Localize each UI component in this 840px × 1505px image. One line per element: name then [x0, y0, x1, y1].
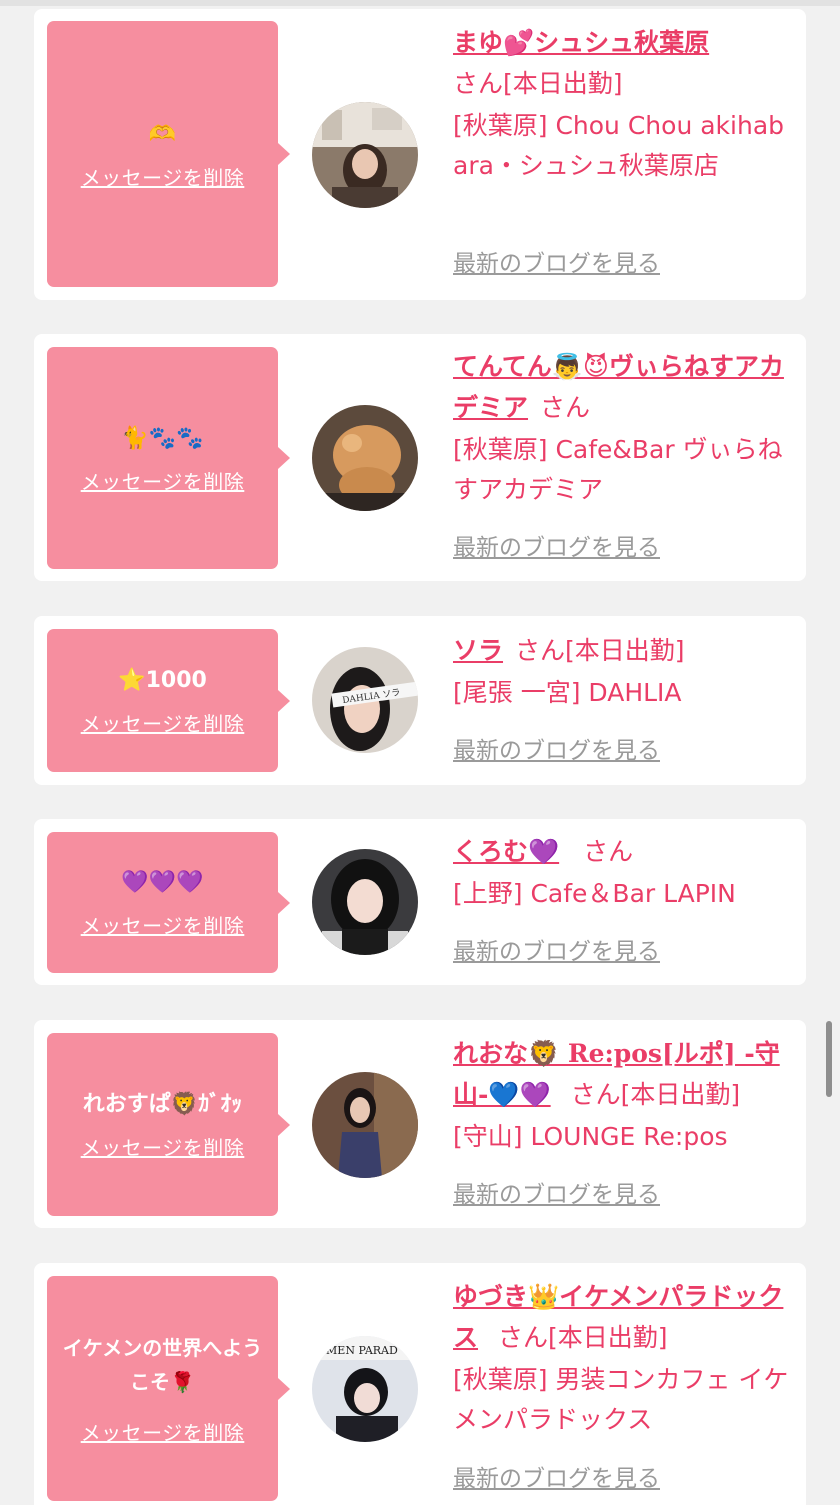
shop-name: [上野] Cafe＆Bar LAPIN — [453, 879, 736, 908]
cast-info: てんてん👼😈ヴぃらねすアカデミア さん [秋葉原] Cafe&Bar ヴぃらねすア… — [453, 346, 798, 510]
delete-message-link[interactable]: メッセージを削除 — [81, 162, 245, 191]
shop-name: [秋葉原] Chou Chou akihabara・シュシュ秋葉原店 — [453, 111, 785, 180]
blog-area: 最新のブログを見る — [453, 533, 798, 565]
shop-name: [尾張 一宮] DAHLIA — [453, 678, 682, 707]
avatar[interactable] — [312, 405, 418, 511]
cast-name-line: くろむ💜 さん — [453, 831, 798, 872]
blog-area: 最新のブログを見る — [453, 1464, 798, 1496]
message-text: イケメンの世界へようこそ🌹 — [62, 1336, 263, 1394]
svg-text:EMEN PARAD: EMEN PARAD — [318, 1344, 398, 1357]
delete-message-link[interactable]: メッセージを削除 — [81, 466, 245, 495]
latest-blog-link[interactable]: 最新のブログを見る — [453, 249, 660, 279]
latest-blog-link[interactable]: 最新のブログを見る — [453, 1464, 660, 1494]
blog-area: 最新のブログを見る — [453, 1180, 798, 1212]
message-bubble: 💜💜💜 メッセージを削除 — [47, 832, 290, 973]
latest-blog-link[interactable]: 最新のブログを見る — [453, 736, 660, 766]
latest-blog-link[interactable]: 最新のブログを見る — [453, 1180, 660, 1210]
message-bubble: 🐈🐾🐾 メッセージを削除 — [47, 347, 290, 569]
message-bubble: ⭐1000 メッセージを削除 — [47, 629, 290, 772]
shop-name: [秋葉原] Cafe&Bar ヴぃらねすアカデミア — [453, 435, 783, 504]
attendance-status: [本日出勤] — [620, 1080, 741, 1109]
san-label: さん — [583, 837, 634, 866]
delete-message-link[interactable]: メッセージを削除 — [81, 910, 245, 939]
cast-info: ゆづき👑イケメンパラドックス さん[本日出勤] [秋葉原] 男装コンカフェ イケメ… — [453, 1276, 798, 1440]
message-text: 💜💜💜 — [121, 870, 204, 895]
attendance-status: [本日出勤] — [548, 1323, 668, 1352]
avatar[interactable] — [312, 849, 418, 955]
latest-blog-link[interactable]: 最新のブログを見る — [453, 533, 660, 563]
favorite-card: 🫶 メッセージを削除 まゆ💕シュシュ秋葉原 さん[本日出勤] [秋葉原] Cho… — [34, 9, 806, 300]
message-bubble: れおすぱ🦁ｶﾞｵｯ メッセージを削除 — [47, 1033, 290, 1216]
cast-info: れおな🦁 Re:pos[ルポ] -守山-💙💜 さん[本日出勤] [守山] LOUN… — [453, 1033, 798, 1157]
cast-name-line: ゆづき👑イケメンパラドックス さん[本日出勤] — [453, 1276, 798, 1358]
cast-name-line: まゆ💕シュシュ秋葉原 さん[本日出勤] — [453, 22, 798, 104]
san-label: さん — [498, 1323, 549, 1352]
san-label: さん — [515, 636, 566, 665]
message-text: ⭐1000 — [118, 668, 207, 693]
san-label: さん — [540, 393, 591, 422]
message-text: 🐈🐾🐾 — [121, 425, 204, 451]
cast-info: ソラ さん[本日出勤] [尾張 一宮] DAHLIA — [453, 630, 798, 713]
cast-name-line: ソラ さん[本日出勤] — [453, 630, 798, 671]
cast-name-line: てんてん👼😈ヴぃらねすアカデミア さん — [453, 346, 798, 428]
cast-name-link[interactable]: てんてん👼😈ヴぃらねすアカデミア — [453, 352, 784, 422]
message-bubble: 🫶 メッセージを削除 — [47, 21, 290, 287]
blog-area: 最新のブログを見る — [453, 937, 798, 969]
cast-name-link[interactable]: くろむ💜 — [453, 837, 559, 866]
san-label: さん — [453, 69, 504, 98]
san-label: さん — [570, 1080, 621, 1109]
cast-name-link[interactable]: ソラ — [453, 636, 503, 665]
attendance-status: [本日出勤] — [565, 636, 685, 665]
avatar[interactable] — [312, 102, 418, 208]
top-edge — [0, 0, 840, 6]
latest-blog-link[interactable]: 最新のブログを見る — [453, 937, 660, 967]
cast-name-link[interactable]: まゆ💕シュシュ秋葉原 — [453, 28, 709, 57]
scrollbar[interactable] — [826, 1021, 832, 1097]
delete-message-link[interactable]: メッセージを削除 — [81, 1132, 245, 1161]
shop-name: [秋葉原] 男装コンカフェ イケメンパラドックス — [453, 1365, 789, 1434]
shop-name: [守山] LOUNGE Re:pos — [453, 1122, 728, 1151]
favorite-card: 🐈🐾🐾 メッセージを削除 てんてん👼😈ヴぃらねすアカデミア さん [秋葉原] Ca… — [34, 334, 806, 581]
delete-message-link[interactable]: メッセージを削除 — [81, 708, 245, 737]
attendance-status: [本日出勤] — [503, 69, 623, 98]
favorite-card: 💜💜💜 メッセージを削除 くろむ💜 さん [上野] Cafe＆Bar LAPIN … — [34, 819, 806, 985]
message-text: 🫶 — [148, 121, 177, 147]
message-bubble: イケメンの世界へようこそ🌹 メッセージを削除 — [47, 1276, 290, 1501]
avatar[interactable] — [312, 1072, 418, 1178]
blog-area: 最新のブログを見る — [453, 736, 798, 768]
delete-message-link[interactable]: メッセージを削除 — [81, 1417, 245, 1446]
cast-name-line: れおな🦁 Re:pos[ルポ] -守山-💙💜 さん[本日出勤] — [453, 1033, 798, 1115]
avatar[interactable]: DAHLIA ソラ — [312, 647, 418, 753]
favorite-card: れおすぱ🦁ｶﾞｵｯ メッセージを削除 れおな🦁 Re:pos[ルポ] -守山-💙… — [34, 1020, 806, 1228]
cast-info: まゆ💕シュシュ秋葉原 さん[本日出勤] [秋葉原] Chou Chou akih… — [453, 22, 798, 186]
cast-info: くろむ💜 さん [上野] Cafe＆Bar LAPIN — [453, 831, 798, 914]
favorite-card: ⭐1000 メッセージを削除 DAHLIA ソラ ソラ さん[本日出勤] [尾張 … — [34, 616, 806, 785]
blog-area: 最新のブログを見る — [453, 249, 798, 281]
avatar[interactable]: EMEN PARAD — [312, 1336, 418, 1442]
message-text: れおすぱ🦁ｶﾞｵｯ — [82, 1092, 243, 1117]
favorite-card: イケメンの世界へようこそ🌹 メッセージを削除 EMEN PARAD ゆづき👑イケ… — [34, 1263, 806, 1505]
